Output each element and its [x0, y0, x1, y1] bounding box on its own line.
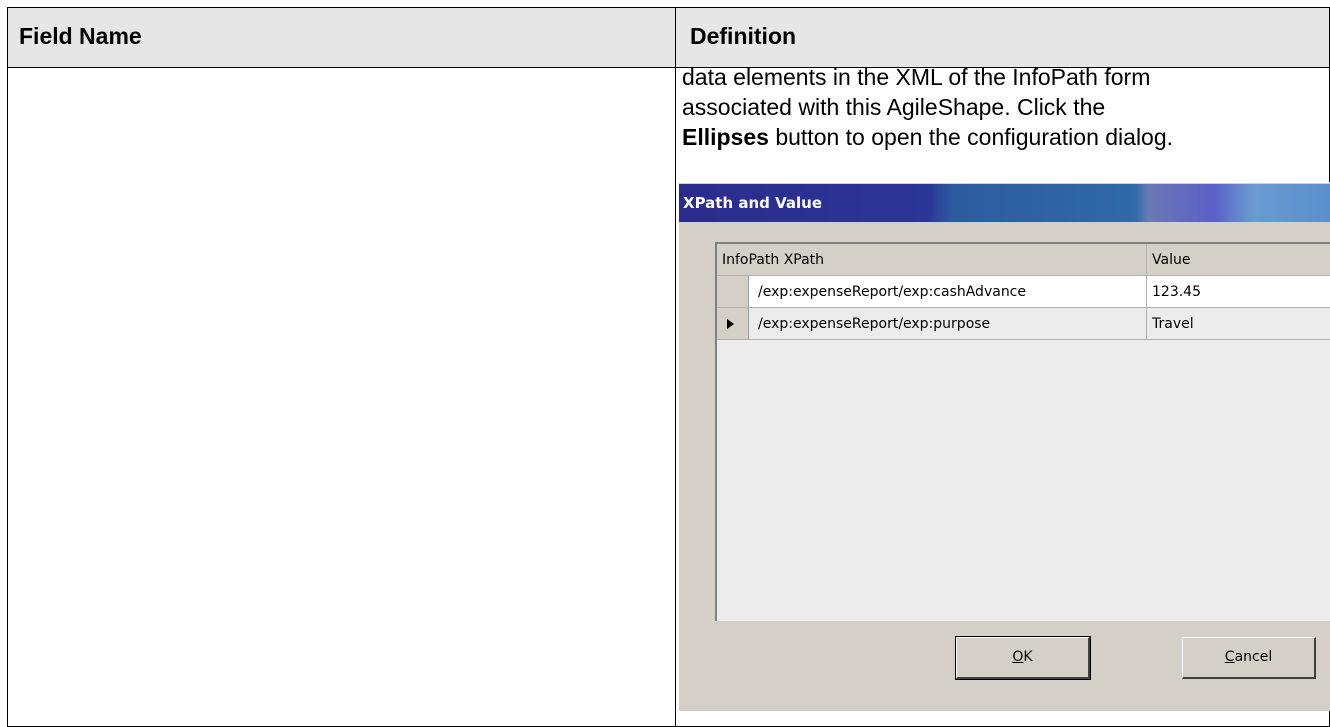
xpath-value-grid[interactable]: InfoPath XPath Value /exp:expenseReport/… — [715, 242, 1330, 621]
column-header-xpath[interactable]: InfoPath XPath — [717, 244, 1147, 276]
header-definition: Definition — [690, 23, 797, 49]
xpath-value-dialog: XPath and Value InfoPath XPath Value /ex… — [678, 182, 1330, 711]
value-cell[interactable]: 123.45 — [1147, 276, 1330, 308]
column-divider — [675, 8, 676, 726]
xpath-cell[interactable]: /exp:expenseReport/exp:purpose — [749, 308, 1147, 340]
grid-header-row: InfoPath XPath Value — [717, 244, 1330, 276]
xpath-cell[interactable]: /exp:expenseReport/exp:cashAdvance — [749, 276, 1147, 308]
dialog-title-bar[interactable]: XPath and Value — [679, 184, 1330, 222]
definition-line-1: data elements in the XML of the InfoPath… — [682, 64, 1151, 90]
cancel-label-rest: ancel — [1234, 649, 1273, 665]
current-row-arrow-icon — [727, 319, 734, 329]
definition-line-2: associated with this AgileShape. Click t… — [682, 94, 1106, 120]
definition-line-3: Ellipses button to open the configuratio… — [682, 122, 1322, 152]
table-row[interactable]: /exp:expenseReport/exp:cashAdvance 123.4… — [717, 276, 1330, 308]
ok-label-rest: K — [1023, 649, 1033, 665]
ok-mnemonic: O — [1012, 649, 1024, 665]
row-selector[interactable] — [717, 308, 749, 340]
column-header-value[interactable]: Value — [1147, 244, 1330, 276]
cancel-mnemonic: C — [1224, 649, 1235, 665]
ok-button[interactable]: OK — [955, 636, 1091, 680]
definition-line-3-rest: button to open the configuration dialog. — [768, 124, 1174, 150]
ellipses-term: Ellipses — [682, 124, 769, 150]
definition-text: data elements in the XML of the InfoPath… — [682, 62, 1322, 152]
table-row[interactable]: /exp:expenseReport/exp:purpose Travel — [717, 308, 1330, 340]
value-cell[interactable]: Travel — [1147, 308, 1330, 340]
header-field-name: Field Name — [19, 23, 142, 49]
cancel-button[interactable]: Cancel — [1182, 637, 1316, 679]
row-selector[interactable] — [717, 276, 749, 308]
table-header-row: Field Name Definition — [8, 8, 1329, 68]
